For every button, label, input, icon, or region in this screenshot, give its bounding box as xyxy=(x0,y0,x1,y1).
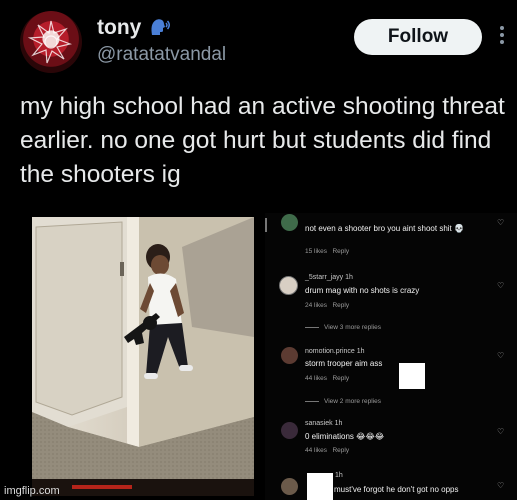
comment-avatar[interactable] xyxy=(281,422,298,439)
follow-button[interactable]: Follow xyxy=(354,19,482,55)
comment-meta: 44 likes Reply xyxy=(305,375,349,382)
comment-reply[interactable]: Reply xyxy=(332,248,349,255)
heart-icon[interactable]: ♡ xyxy=(497,481,504,490)
attached-photo[interactable] xyxy=(32,217,254,496)
user-handle[interactable]: @ratatatvandal xyxy=(97,44,226,66)
comment-avatar[interactable] xyxy=(281,478,298,495)
redaction-box xyxy=(399,363,425,389)
comments-divider xyxy=(265,218,267,232)
view-more-replies[interactable]: View 3 more replies xyxy=(305,324,381,331)
comment-reply[interactable]: Reply xyxy=(332,447,349,454)
display-name[interactable]: tony xyxy=(97,16,171,40)
comment-reply[interactable]: Reply xyxy=(332,302,349,309)
heart-icon[interactable]: ♡ xyxy=(497,281,504,290)
comment-meta: 15 likes Reply xyxy=(305,248,349,255)
comment-meta: 44 likes Reply xyxy=(305,447,349,454)
profile-avatar[interactable] xyxy=(20,11,82,73)
avatar-artwork xyxy=(27,20,73,64)
view-more-replies[interactable]: View 2 more replies xyxy=(305,398,381,405)
comment-username[interactable]: 1h xyxy=(335,472,343,479)
comment-avatar[interactable] xyxy=(281,347,298,364)
comment-username[interactable]: nomotion.prince 1h xyxy=(305,348,365,355)
comment-meta: 24 likes Reply xyxy=(305,302,349,309)
heart-icon[interactable]: ♡ xyxy=(497,218,504,227)
imgflip-watermark: imgflip.com xyxy=(4,485,60,497)
display-name-text[interactable]: tony xyxy=(97,16,141,39)
more-options-icon[interactable] xyxy=(500,26,506,48)
speaking-head-icon xyxy=(149,17,171,37)
comment-likes[interactable]: 15 likes xyxy=(305,248,327,255)
comment-reply[interactable]: Reply xyxy=(332,375,349,382)
photo-scene xyxy=(32,217,254,496)
comment-text: drum mag with no shots is crazy xyxy=(305,286,420,295)
comment-likes[interactable]: 24 likes xyxy=(305,302,327,309)
tweet-text: my high school had an active shooting th… xyxy=(20,93,505,188)
comments-panel xyxy=(265,213,517,500)
comment-likes[interactable]: 44 likes xyxy=(305,375,327,382)
redaction-box xyxy=(307,473,333,500)
comment-avatar[interactable] xyxy=(279,276,298,295)
comment-text: 0 eliminations 😂😂😂 xyxy=(305,432,385,441)
comment-text: not even a shooter bro you aint shoot sh… xyxy=(305,224,464,233)
comment-text: must've forgot he don't got no opps xyxy=(334,485,459,494)
comment-username[interactable]: _5starr_jayy 1h xyxy=(305,274,353,281)
comment-username[interactable]: sanasiek 1h xyxy=(305,420,342,427)
comment-text: storm trooper aim ass xyxy=(305,359,383,368)
comment-avatar[interactable] xyxy=(281,214,298,231)
heart-icon[interactable]: ♡ xyxy=(497,427,504,436)
heart-icon[interactable]: ♡ xyxy=(497,351,504,360)
comment-likes[interactable]: 44 likes xyxy=(305,447,327,454)
